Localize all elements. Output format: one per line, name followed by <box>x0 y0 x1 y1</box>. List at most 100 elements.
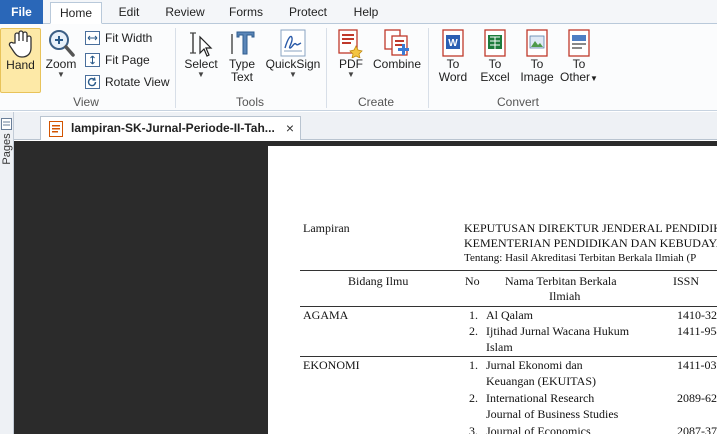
tab-help[interactable]: Help <box>347 2 385 24</box>
word-file-icon: W <box>442 29 464 57</box>
table-cell-issn: 1411-0393 <box>677 358 717 372</box>
fit-width-button[interactable]: Fit Width <box>85 28 165 48</box>
document-heading-line1: KEPUTUSAN DIREKTUR JENDERAL PENDIDIK <box>464 221 717 235</box>
zoom-button[interactable]: Zoom ▼ <box>44 28 78 93</box>
table-cell-no: 2. <box>469 324 478 338</box>
to-other-dropdown-icon: ▼ <box>590 74 598 83</box>
table-top-rule <box>300 270 717 271</box>
document-viewport[interactable]: Lampiran KEPUTUSAN DIREKTUR JENDERAL PEN… <box>14 141 717 434</box>
zoom-magnifier-icon <box>49 30 75 57</box>
lampiran-label: Lampiran <box>303 221 350 235</box>
hand-label: Hand <box>6 58 35 72</box>
tab-protect[interactable]: Protect <box>283 2 333 24</box>
file-menu-tab[interactable]: File <box>0 0 43 24</box>
document-tab-title: lampiran-SK-Jurnal-Periode-II-Tah... <box>71 121 275 135</box>
column-header-nama-line2: Ilmiah <box>549 289 581 303</box>
to-image-label-line2: Image <box>520 70 554 84</box>
to-word-button[interactable]: W To Word <box>434 28 472 93</box>
fit-page-icon <box>85 53 100 67</box>
document-heading-line2: KEMENTERIAN PENDIDIKAN DAN KEBUDAYA <box>464 236 717 250</box>
pdf-page: Lampiran KEPUTUSAN DIREKTUR JENDERAL PEN… <box>268 146 717 434</box>
to-excel-label-line2: Excel <box>480 70 510 84</box>
table-cell-nama-cont: Keuangan (EKUITAS) <box>486 374 597 388</box>
table-group-rule <box>300 356 717 357</box>
pdf-dropdown-icon: ▼ <box>347 70 355 79</box>
pages-side-panel[interactable]: Pages <box>0 112 14 434</box>
tab-review[interactable]: Review <box>160 2 210 24</box>
pages-panel-label[interactable]: Pages <box>0 128 14 170</box>
table-cell-issn: 1410-3222 <box>677 308 717 322</box>
ribbon-separator <box>326 28 327 108</box>
to-word-label-line2: Word <box>438 70 468 84</box>
column-header-issn: ISSN <box>673 274 700 288</box>
column-header-bidang-ilmu: Bidang Ilmu <box>348 274 409 288</box>
to-other-button[interactable]: To Other▼ <box>559 28 599 93</box>
to-excel-button[interactable]: To Excel <box>476 28 514 93</box>
table-cell-no: 3. <box>469 424 478 434</box>
ribbon-separator <box>428 28 429 108</box>
table-cell-nama: Ijtihad Jurnal Wacana Hukum <box>486 324 630 338</box>
ribbon-toolbar: Hand Zoom ▼ Fit Width Fit Page Rotate Vi… <box>0 24 717 111</box>
type-text-button[interactable]: Type Text <box>224 28 260 93</box>
image-file-icon <box>526 29 548 57</box>
to-other-label-line2: Other▼ <box>559 71 599 85</box>
tab-edit[interactable]: Edit <box>109 2 149 24</box>
ribbon-separator <box>175 28 176 108</box>
tools-group-label: Tools <box>235 95 264 109</box>
excel-file-icon <box>484 29 506 57</box>
ribbon-tab-bar: File Home Edit Review Forms Protect Help <box>0 0 717 24</box>
select-cursor-icon <box>190 32 213 57</box>
table-header-rule <box>300 306 717 307</box>
type-text-label-line2: Text <box>230 70 253 84</box>
fit-page-label: Fit Page <box>105 53 150 67</box>
tab-forms[interactable]: Forms <box>223 2 269 24</box>
table-cell-nama: International Research <box>486 391 595 405</box>
table-cell-no: 2. <box>469 391 478 405</box>
close-tab-icon[interactable]: × <box>286 120 294 136</box>
quicksign-button[interactable]: QuickSign ▼ <box>264 28 322 93</box>
table-cell-bidang: AGAMA <box>303 308 349 322</box>
table-cell-nama: Jurnal Ekonomi dan <box>486 358 583 372</box>
type-text-icon <box>231 31 255 55</box>
select-tool-button[interactable]: Select ▼ <box>184 28 218 93</box>
document-tab[interactable]: lampiran-SK-Jurnal-Periode-II-Tah... × <box>40 116 301 140</box>
column-header-no: No <box>465 274 480 288</box>
fit-page-button[interactable]: Fit Page <box>85 50 165 70</box>
signature-pen-icon <box>280 29 306 57</box>
table-cell-no: 1. <box>469 358 478 372</box>
rotate-view-label: Rotate View <box>105 75 170 89</box>
tab-home[interactable]: Home <box>50 2 102 24</box>
fit-width-icon <box>85 31 100 45</box>
to-image-button[interactable]: To Image <box>517 28 557 93</box>
hand-icon <box>8 30 32 58</box>
table-cell-bidang: EKONOMI <box>303 358 360 372</box>
table-cell-nama-cont: Journal of Business Studies <box>486 407 619 421</box>
view-group-label: View <box>73 95 99 109</box>
combine-button[interactable]: Combine <box>372 28 422 93</box>
table-cell-no: 1. <box>469 308 478 322</box>
table-cell-issn: 2087-3735 <box>677 424 717 434</box>
to-other-label-text: Other <box>560 70 591 84</box>
create-group-label: Create <box>357 95 395 109</box>
rotate-view-button[interactable]: Rotate View <box>85 72 175 92</box>
document-heading-line3: Tentang: Hasil Akreditasi Terbitan Berka… <box>464 252 697 264</box>
pdf-reader-window: File Home Edit Review Forms Protect Help… <box>0 0 717 434</box>
svg-text:W: W <box>448 38 458 49</box>
zoom-dropdown-icon: ▼ <box>57 70 65 79</box>
fit-width-label: Fit Width <box>105 31 153 45</box>
pdf-file-icon <box>49 121 63 137</box>
convert-group-label: Convert <box>496 95 540 109</box>
document-tab-bar: lampiran-SK-Jurnal-Periode-II-Tah... × <box>14 112 717 140</box>
column-header-nama-line1: Nama Terbitan Berkala <box>505 274 617 288</box>
create-pdf-button[interactable]: PDF ▼ <box>334 28 368 93</box>
table-cell-nama: Journal of Economics, <box>486 424 594 434</box>
rotate-icon <box>85 75 100 89</box>
combine-label: Combine <box>372 57 422 71</box>
table-cell-issn: 1411-9544 <box>677 324 717 338</box>
combine-files-icon <box>384 29 409 56</box>
hand-tool-button[interactable]: Hand <box>0 28 41 93</box>
table-cell-nama: Al Qalam <box>486 308 533 322</box>
pdf-document-icon <box>338 29 363 58</box>
quicksign-dropdown-icon: ▼ <box>289 70 297 79</box>
other-format-file-icon <box>568 29 590 57</box>
